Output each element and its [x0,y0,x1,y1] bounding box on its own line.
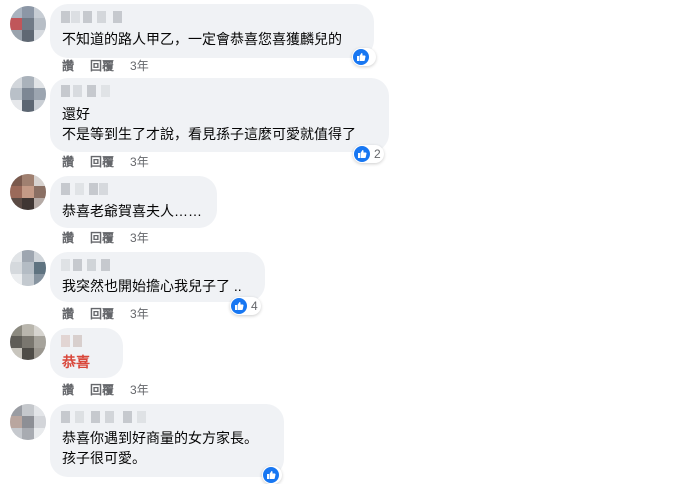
comment-text: 不知道的路人甲乙，一定會恭喜您喜獲麟兒的 [62,31,342,47]
comment-bubble: 恭喜老爺賀喜夫人…… [50,176,217,228]
comment-text: 恭喜 [62,354,90,370]
avatar[interactable] [10,404,46,440]
author-name-blurred[interactable] [61,259,117,271]
author-name-blurred[interactable] [61,335,91,347]
reaction-badge[interactable] [262,466,282,484]
like-count: 2 [374,147,381,161]
thumbs-up-icon [354,146,370,162]
comment-bubble: 還好 不是等到生了才說，看見孫子這麼可愛就值得了 [50,78,389,152]
avatar[interactable] [10,324,46,360]
like-button[interactable]: 讚 [62,382,74,398]
author-name-blurred[interactable] [61,183,109,195]
avatar[interactable] [10,76,46,112]
reply-button[interactable]: 回覆 [90,58,114,74]
reply-button[interactable]: 回覆 [90,230,114,246]
comment-actions: 讚 回覆 3年 [62,382,149,398]
like-button[interactable]: 讚 [62,230,74,246]
comment-actions: 讚 回覆 3年 [62,230,149,246]
thumbs-up-icon [263,467,279,483]
comment-bubble: 不知道的路人甲乙，一定會恭喜您喜獲麟兒的 [50,4,374,58]
comment-text: 還好 不是等到生了才說，看見孫子這麼可愛就值得了 [62,106,356,142]
comment-bubble: 恭喜 [50,328,123,378]
avatar[interactable] [10,6,46,42]
avatar[interactable] [10,174,46,210]
comment-text: 恭喜你遇到好商量的女方家長。 孩子很可愛。 [62,430,258,466]
comment-text: 恭喜老爺賀喜夫人…… [62,203,202,219]
timestamp[interactable]: 3年 [130,230,149,246]
author-name-blurred[interactable] [61,85,111,97]
comment-bubble: 我突然也開始擔心我兒子了 .. [50,252,265,302]
comment-text: 我突然也開始擔心我兒子了 .. [62,278,242,294]
reaction-badge[interactable]: 2 [353,145,384,163]
timestamp[interactable]: 3年 [130,306,149,322]
comment-actions: 讚 回覆 3年 [62,154,149,170]
reaction-badge[interactable] [352,48,376,66]
like-button[interactable]: 讚 [62,154,74,170]
like-button[interactable]: 讚 [62,58,74,74]
reaction-badge[interactable]: 4 [230,297,261,315]
reply-button[interactable]: 回覆 [90,382,114,398]
comment-bubble: 恭喜你遇到好商量的女方家長。 孩子很可愛。 [50,404,284,477]
like-button[interactable]: 讚 [62,306,74,322]
author-name-blurred[interactable] [61,411,151,423]
timestamp[interactable]: 3年 [130,58,149,74]
like-count: 4 [251,299,258,313]
author-name-blurred[interactable] [61,11,131,23]
thumbs-up-icon [353,49,369,65]
comment-actions: 讚 回覆 3年 [62,306,149,322]
comment-actions: 讚 回覆 3年 [62,58,149,74]
thumbs-up-icon [231,298,247,314]
reply-button[interactable]: 回覆 [90,306,114,322]
timestamp[interactable]: 3年 [130,382,149,398]
reply-button[interactable]: 回覆 [90,154,114,170]
avatar[interactable] [10,250,46,286]
timestamp[interactable]: 3年 [130,154,149,170]
